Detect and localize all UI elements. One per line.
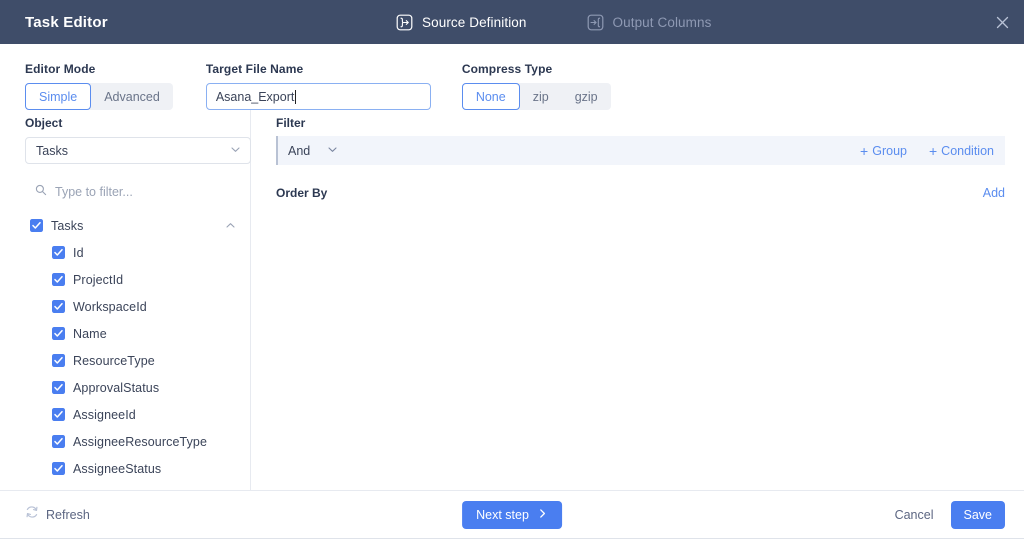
tree-node-field[interactable]: WorkspaceId bbox=[25, 293, 244, 320]
top-form-row: Editor Mode Simple Advanced Target File … bbox=[0, 44, 1024, 110]
compress-type-option-none[interactable]: None bbox=[462, 83, 520, 110]
editor-body: Object Tasks Type to filter... bbox=[0, 110, 1024, 490]
save-button[interactable]: Save bbox=[951, 501, 1006, 529]
compress-type-segmented: None zip gzip bbox=[462, 83, 611, 110]
tree-node-field[interactable]: Name bbox=[25, 320, 244, 347]
tree-field-label: ProjectId bbox=[73, 273, 123, 287]
tree-node-field[interactable]: AssigneeStatus bbox=[25, 455, 244, 482]
editor-mode-label: Editor Mode bbox=[25, 62, 173, 76]
chevron-down-icon bbox=[230, 144, 241, 158]
tree-field-label: AssigneeStatus bbox=[73, 462, 161, 476]
tree-field-label: Name bbox=[73, 327, 107, 341]
next-step-button[interactable]: Next step bbox=[462, 501, 562, 529]
target-file-label: Target File Name bbox=[206, 62, 431, 76]
target-file-group: Target File Name Asana_Export bbox=[206, 62, 431, 110]
close-icon[interactable] bbox=[991, 11, 1013, 33]
next-step-label: Next step bbox=[476, 508, 529, 522]
checkbox-checked-icon[interactable] bbox=[52, 408, 65, 421]
object-select-value: Tasks bbox=[36, 144, 68, 158]
tree-node-field[interactable]: ApprovalStatus bbox=[25, 374, 244, 401]
field-tree: Tasks Id bbox=[25, 212, 250, 490]
tree-node-field[interactable]: AssigneeId bbox=[25, 401, 244, 428]
field-search-input[interactable]: Type to filter... bbox=[25, 181, 251, 203]
refresh-button[interactable]: Refresh bbox=[25, 505, 90, 524]
search-icon bbox=[35, 183, 47, 201]
compress-type-option-zip[interactable]: zip bbox=[520, 83, 562, 110]
tree-root-label: Tasks bbox=[51, 219, 83, 233]
editor-mode-option-simple[interactable]: Simple bbox=[25, 83, 91, 110]
checkbox-checked-icon[interactable] bbox=[52, 354, 65, 367]
add-condition-button[interactable]: + Condition bbox=[929, 144, 994, 158]
header-tab-list: Source Definition Output Columns bbox=[396, 0, 711, 44]
editor-mode-segmented: Simple Advanced bbox=[25, 83, 173, 110]
editor-mode-option-advanced[interactable]: Advanced bbox=[91, 83, 173, 110]
plus-icon: + bbox=[929, 144, 937, 158]
source-definition-icon bbox=[396, 14, 413, 31]
chevron-down-icon bbox=[327, 142, 338, 160]
field-search-placeholder: Type to filter... bbox=[55, 185, 133, 199]
tree-node-field[interactable]: AssigneeResourceType bbox=[25, 428, 244, 455]
tab-output-columns[interactable]: Output Columns bbox=[587, 0, 712, 44]
chevron-up-icon[interactable] bbox=[224, 220, 236, 232]
page-title: Task Editor bbox=[25, 14, 108, 31]
checkbox-checked-icon[interactable] bbox=[52, 462, 65, 475]
tab-source-definition-label: Source Definition bbox=[422, 15, 527, 30]
compress-type-label: Compress Type bbox=[462, 62, 611, 76]
text-caret bbox=[295, 90, 296, 104]
checkbox-checked-icon[interactable] bbox=[52, 435, 65, 448]
footer-bar: Refresh Next step Cancel Save bbox=[0, 490, 1024, 538]
chevron-right-icon bbox=[537, 508, 548, 522]
tree-field-label: Id bbox=[73, 246, 84, 260]
filter-label: Filter bbox=[276, 116, 1005, 130]
object-panel: Object Tasks Type to filter... bbox=[0, 110, 251, 490]
tree-field-label: ResourceType bbox=[73, 354, 155, 368]
checkbox-checked-icon[interactable] bbox=[52, 300, 65, 313]
order-by-add-button[interactable]: Add bbox=[983, 186, 1005, 200]
filter-operator-select[interactable]: And bbox=[288, 142, 338, 160]
cancel-button[interactable]: Cancel bbox=[895, 508, 934, 522]
tree-field-label: AssigneeResourceType bbox=[73, 435, 207, 449]
target-file-value: Asana_Export bbox=[216, 90, 295, 104]
compress-type-option-gzip[interactable]: gzip bbox=[562, 83, 611, 110]
tab-output-columns-label: Output Columns bbox=[613, 15, 712, 30]
plus-icon: + bbox=[860, 144, 868, 158]
checkbox-checked-icon[interactable] bbox=[52, 327, 65, 340]
tree-node-field[interactable]: ProjectId bbox=[25, 266, 244, 293]
refresh-label: Refresh bbox=[46, 508, 90, 522]
add-group-button[interactable]: + Group bbox=[860, 144, 907, 158]
order-by-label: Order By bbox=[276, 186, 327, 200]
task-editor-window: Task Editor Source Definition bbox=[0, 0, 1024, 539]
filter-operator-value: And bbox=[288, 144, 310, 158]
order-by-row: Order By Add bbox=[276, 184, 1005, 202]
filter-panel: Filter And + Group + bbox=[251, 110, 1024, 490]
tree-node-root-tasks[interactable]: Tasks bbox=[25, 212, 244, 239]
object-label: Object bbox=[25, 116, 250, 130]
compress-type-group: Compress Type None zip gzip bbox=[462, 62, 611, 110]
checkbox-checked-icon[interactable] bbox=[52, 273, 65, 286]
tree-node-field[interactable]: Id bbox=[25, 239, 244, 266]
tree-field-label: AssigneeId bbox=[73, 408, 136, 422]
tab-source-definition[interactable]: Source Definition bbox=[396, 0, 527, 44]
add-condition-label: Condition bbox=[941, 144, 994, 158]
footer-right-actions: Cancel Save bbox=[895, 501, 1005, 529]
tree-field-label: WorkspaceId bbox=[73, 300, 147, 314]
editor-mode-group: Editor Mode Simple Advanced bbox=[25, 62, 173, 110]
filter-actions: + Group + Condition bbox=[860, 144, 994, 158]
filter-bar: And + Group + Condition bbox=[276, 136, 1005, 165]
refresh-icon bbox=[25, 505, 39, 524]
target-file-input[interactable]: Asana_Export bbox=[206, 83, 431, 110]
checkbox-checked-icon[interactable] bbox=[52, 381, 65, 394]
checkbox-checked-icon[interactable] bbox=[52, 246, 65, 259]
output-columns-icon bbox=[587, 14, 604, 31]
window-titlebar: Task Editor Source Definition bbox=[0, 0, 1024, 44]
object-select[interactable]: Tasks bbox=[25, 137, 251, 164]
tree-field-label: ApprovalStatus bbox=[73, 381, 159, 395]
tree-node-field[interactable]: ResourceType bbox=[25, 347, 244, 374]
checkbox-checked-icon[interactable] bbox=[30, 219, 43, 232]
add-group-label: Group bbox=[872, 144, 907, 158]
tree-children: Id ProjectId Workspa bbox=[25, 239, 244, 482]
